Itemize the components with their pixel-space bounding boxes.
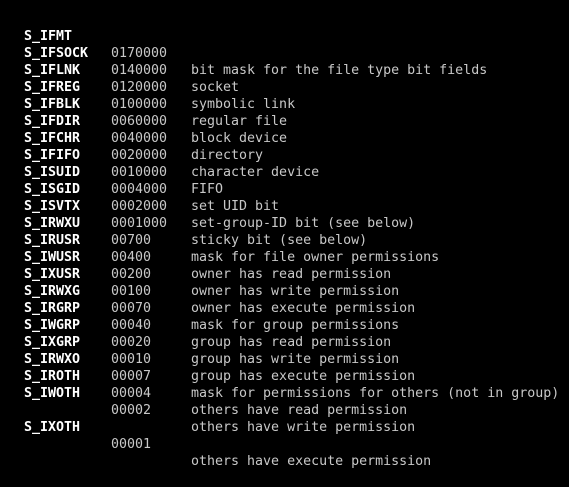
description: others have execute permission (191, 454, 432, 469)
constant-row-s-irwxu: S_IRWXU 00700 mask for file owner permis… (0, 198, 569, 265)
constant-row-s-ifsock: S_IFSOCK 0140000 socket (0, 28, 569, 95)
description: mask for permissions for others (not in … (191, 386, 560, 401)
constant-name: S_IXOTH (24, 420, 81, 435)
constant-row-s-isgid: S_ISGID 0002000 set-group-ID bit (see be… (0, 164, 569, 231)
constant-row-s-iwgrp: S_IWGRP 00020 group has write permission (0, 300, 569, 367)
terminal-window: S_IFMT 0170000 bit mask for the file typ… (0, 0, 569, 469)
constant-row-s-ixusr: S_IXUSR 00100 owner has execute permissi… (0, 249, 569, 316)
constant-row-s-irgrp: S_IRGRP 00040 group has read permission (0, 283, 569, 350)
constant-row-s-irwxg: S_IRWXG 00070 mask for group permissions (0, 266, 569, 333)
constant-row-s-isuid: S_ISUID 0004000 set UID bit (0, 147, 569, 214)
constant-row-s-iflnk: S_IFLNK 0120000 symbolic link (0, 45, 569, 112)
constant-row-s-irwxo: S_IRWXO 00007 mask for permissions for o… (0, 334, 569, 401)
constant-row-s-ifreg: S_IFREG 0100000 regular file (0, 62, 569, 129)
description: others have write permission (191, 420, 416, 435)
constant-row-s-ifblk: S_IFBLK 0060000 block device (0, 79, 569, 146)
constant-name: S_IWOTH (24, 386, 81, 401)
constant-row-s-iwusr: S_IWUSR 00200 owner has write permission (0, 232, 569, 299)
constant-row-s-ififo: S_IFIFO 0010000 FIFO (0, 130, 569, 197)
constant-row-s-iroth: S_IROTH 00004 others have read permissio… (0, 351, 569, 418)
constant-row-s-ifdir: S_IFDIR 0040000 directory (0, 96, 569, 163)
constant-row-s-ifmt: S_IFMT 0170000 bit mask for the file typ… (0, 11, 569, 78)
constant-row-s-isvtx: S_ISVTX 0001000 sticky bit (see below) (0, 181, 569, 248)
octal-value: 00004 (111, 386, 152, 401)
constant-row-s-irusr: S_IRUSR 00400 owner has read permission (0, 215, 569, 282)
constant-row-s-ixoth: S_IXOTH 00001 others have execute permis… (0, 402, 569, 469)
octal-value: 00001 (111, 437, 152, 452)
constant-row-s-ixgrp: S_IXGRP 00010 group has execute permissi… (0, 317, 569, 384)
constant-row-s-iwoth: S_IWOTH 00002 others have write permissi… (0, 368, 569, 435)
constant-row-s-ifchr: S_IFCHR 0020000 character device (0, 113, 569, 180)
